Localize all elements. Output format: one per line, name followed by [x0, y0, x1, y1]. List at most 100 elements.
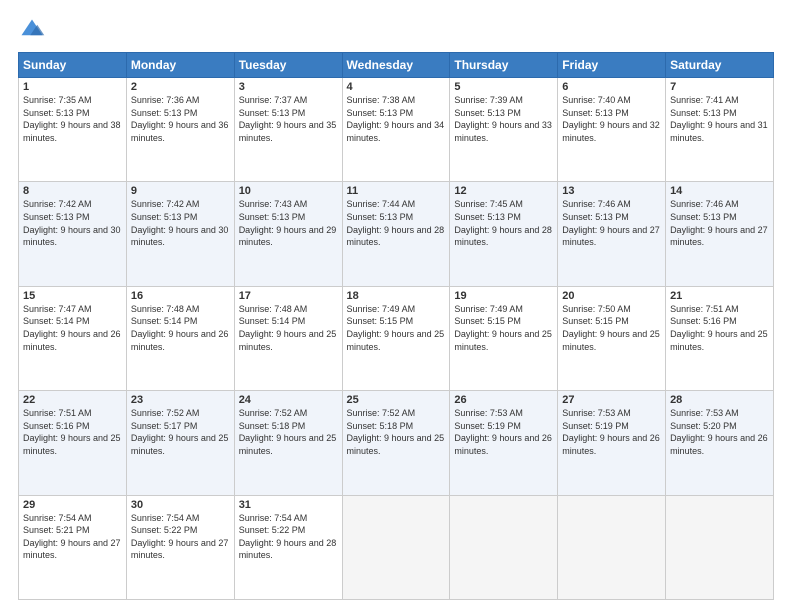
day-info: Sunrise: 7:49 AMSunset: 5:15 PMDaylight:…: [347, 303, 446, 353]
day-number: 23: [131, 394, 230, 406]
header-day: Tuesday: [234, 53, 342, 78]
day-info: Sunrise: 7:38 AMSunset: 5:13 PMDaylight:…: [347, 94, 446, 144]
calendar-cell: [450, 495, 558, 599]
calendar-cell: 17 Sunrise: 7:48 AMSunset: 5:14 PMDaylig…: [234, 286, 342, 390]
day-info: Sunrise: 7:39 AMSunset: 5:13 PMDaylight:…: [454, 94, 553, 144]
day-info: Sunrise: 7:53 AMSunset: 5:20 PMDaylight:…: [670, 407, 769, 457]
day-number: 25: [347, 394, 446, 406]
calendar-cell: 8 Sunrise: 7:42 AMSunset: 5:13 PMDayligh…: [19, 182, 127, 286]
calendar-week: 29 Sunrise: 7:54 AMSunset: 5:21 PMDaylig…: [19, 495, 774, 599]
calendar-cell: [666, 495, 774, 599]
header: [18, 16, 774, 44]
day-number: 15: [23, 290, 122, 302]
day-info: Sunrise: 7:52 AMSunset: 5:18 PMDaylight:…: [347, 407, 446, 457]
day-info: Sunrise: 7:45 AMSunset: 5:13 PMDaylight:…: [454, 198, 553, 248]
calendar: SundayMondayTuesdayWednesdayThursdayFrid…: [18, 52, 774, 600]
calendar-cell: 22 Sunrise: 7:51 AMSunset: 5:16 PMDaylig…: [19, 391, 127, 495]
day-info: Sunrise: 7:51 AMSunset: 5:16 PMDaylight:…: [23, 407, 122, 457]
day-number: 31: [239, 499, 338, 511]
header-day: Monday: [126, 53, 234, 78]
calendar-week: 15 Sunrise: 7:47 AMSunset: 5:14 PMDaylig…: [19, 286, 774, 390]
calendar-cell: 7 Sunrise: 7:41 AMSunset: 5:13 PMDayligh…: [666, 78, 774, 182]
day-info: Sunrise: 7:46 AMSunset: 5:13 PMDaylight:…: [562, 198, 661, 248]
day-info: Sunrise: 7:51 AMSunset: 5:16 PMDaylight:…: [670, 303, 769, 353]
header-day: Sunday: [19, 53, 127, 78]
day-info: Sunrise: 7:40 AMSunset: 5:13 PMDaylight:…: [562, 94, 661, 144]
calendar-cell: 21 Sunrise: 7:51 AMSunset: 5:16 PMDaylig…: [666, 286, 774, 390]
calendar-cell: 19 Sunrise: 7:49 AMSunset: 5:15 PMDaylig…: [450, 286, 558, 390]
day-info: Sunrise: 7:42 AMSunset: 5:13 PMDaylight:…: [23, 198, 122, 248]
day-number: 14: [670, 185, 769, 197]
calendar-cell: 11 Sunrise: 7:44 AMSunset: 5:13 PMDaylig…: [342, 182, 450, 286]
day-number: 10: [239, 185, 338, 197]
calendar-cell: 29 Sunrise: 7:54 AMSunset: 5:21 PMDaylig…: [19, 495, 127, 599]
calendar-cell: 6 Sunrise: 7:40 AMSunset: 5:13 PMDayligh…: [558, 78, 666, 182]
calendar-cell: [342, 495, 450, 599]
day-number: 22: [23, 394, 122, 406]
day-number: 18: [347, 290, 446, 302]
day-info: Sunrise: 7:37 AMSunset: 5:13 PMDaylight:…: [239, 94, 338, 144]
calendar-cell: 14 Sunrise: 7:46 AMSunset: 5:13 PMDaylig…: [666, 182, 774, 286]
calendar-table: SundayMondayTuesdayWednesdayThursdayFrid…: [18, 52, 774, 600]
header-row: SundayMondayTuesdayWednesdayThursdayFrid…: [19, 53, 774, 78]
calendar-week: 1 Sunrise: 7:35 AMSunset: 5:13 PMDayligh…: [19, 78, 774, 182]
day-number: 12: [454, 185, 553, 197]
calendar-cell: 20 Sunrise: 7:50 AMSunset: 5:15 PMDaylig…: [558, 286, 666, 390]
day-info: Sunrise: 7:44 AMSunset: 5:13 PMDaylight:…: [347, 198, 446, 248]
day-number: 3: [239, 81, 338, 93]
header-day: Wednesday: [342, 53, 450, 78]
day-number: 17: [239, 290, 338, 302]
calendar-cell: 18 Sunrise: 7:49 AMSunset: 5:15 PMDaylig…: [342, 286, 450, 390]
day-info: Sunrise: 7:48 AMSunset: 5:14 PMDaylight:…: [239, 303, 338, 353]
calendar-week: 8 Sunrise: 7:42 AMSunset: 5:13 PMDayligh…: [19, 182, 774, 286]
logo: [18, 16, 50, 44]
day-number: 28: [670, 394, 769, 406]
day-number: 4: [347, 81, 446, 93]
calendar-cell: 26 Sunrise: 7:53 AMSunset: 5:19 PMDaylig…: [450, 391, 558, 495]
day-number: 27: [562, 394, 661, 406]
calendar-cell: 16 Sunrise: 7:48 AMSunset: 5:14 PMDaylig…: [126, 286, 234, 390]
day-number: 11: [347, 185, 446, 197]
day-number: 21: [670, 290, 769, 302]
day-info: Sunrise: 7:49 AMSunset: 5:15 PMDaylight:…: [454, 303, 553, 353]
day-number: 8: [23, 185, 122, 197]
day-info: Sunrise: 7:42 AMSunset: 5:13 PMDaylight:…: [131, 198, 230, 248]
day-info: Sunrise: 7:54 AMSunset: 5:21 PMDaylight:…: [23, 512, 122, 562]
day-number: 7: [670, 81, 769, 93]
day-number: 30: [131, 499, 230, 511]
header-day: Thursday: [450, 53, 558, 78]
calendar-cell: 25 Sunrise: 7:52 AMSunset: 5:18 PMDaylig…: [342, 391, 450, 495]
logo-icon: [18, 16, 46, 44]
day-info: Sunrise: 7:54 AMSunset: 5:22 PMDaylight:…: [239, 512, 338, 562]
day-number: 6: [562, 81, 661, 93]
day-number: 24: [239, 394, 338, 406]
day-number: 5: [454, 81, 553, 93]
day-info: Sunrise: 7:52 AMSunset: 5:18 PMDaylight:…: [239, 407, 338, 457]
day-info: Sunrise: 7:35 AMSunset: 5:13 PMDaylight:…: [23, 94, 122, 144]
calendar-cell: 31 Sunrise: 7:54 AMSunset: 5:22 PMDaylig…: [234, 495, 342, 599]
calendar-cell: 9 Sunrise: 7:42 AMSunset: 5:13 PMDayligh…: [126, 182, 234, 286]
day-info: Sunrise: 7:41 AMSunset: 5:13 PMDaylight:…: [670, 94, 769, 144]
calendar-cell: 13 Sunrise: 7:46 AMSunset: 5:13 PMDaylig…: [558, 182, 666, 286]
day-info: Sunrise: 7:36 AMSunset: 5:13 PMDaylight:…: [131, 94, 230, 144]
day-info: Sunrise: 7:53 AMSunset: 5:19 PMDaylight:…: [454, 407, 553, 457]
calendar-cell: 4 Sunrise: 7:38 AMSunset: 5:13 PMDayligh…: [342, 78, 450, 182]
calendar-cell: 12 Sunrise: 7:45 AMSunset: 5:13 PMDaylig…: [450, 182, 558, 286]
day-info: Sunrise: 7:46 AMSunset: 5:13 PMDaylight:…: [670, 198, 769, 248]
calendar-cell: 30 Sunrise: 7:54 AMSunset: 5:22 PMDaylig…: [126, 495, 234, 599]
day-number: 19: [454, 290, 553, 302]
calendar-cell: 1 Sunrise: 7:35 AMSunset: 5:13 PMDayligh…: [19, 78, 127, 182]
day-info: Sunrise: 7:47 AMSunset: 5:14 PMDaylight:…: [23, 303, 122, 353]
calendar-cell: 24 Sunrise: 7:52 AMSunset: 5:18 PMDaylig…: [234, 391, 342, 495]
day-number: 13: [562, 185, 661, 197]
page: SundayMondayTuesdayWednesdayThursdayFrid…: [0, 0, 792, 612]
day-info: Sunrise: 7:54 AMSunset: 5:22 PMDaylight:…: [131, 512, 230, 562]
header-day: Friday: [558, 53, 666, 78]
calendar-cell: 5 Sunrise: 7:39 AMSunset: 5:13 PMDayligh…: [450, 78, 558, 182]
calendar-cell: 2 Sunrise: 7:36 AMSunset: 5:13 PMDayligh…: [126, 78, 234, 182]
calendar-week: 22 Sunrise: 7:51 AMSunset: 5:16 PMDaylig…: [19, 391, 774, 495]
calendar-cell: 28 Sunrise: 7:53 AMSunset: 5:20 PMDaylig…: [666, 391, 774, 495]
day-info: Sunrise: 7:53 AMSunset: 5:19 PMDaylight:…: [562, 407, 661, 457]
calendar-cell: 10 Sunrise: 7:43 AMSunset: 5:13 PMDaylig…: [234, 182, 342, 286]
day-info: Sunrise: 7:43 AMSunset: 5:13 PMDaylight:…: [239, 198, 338, 248]
